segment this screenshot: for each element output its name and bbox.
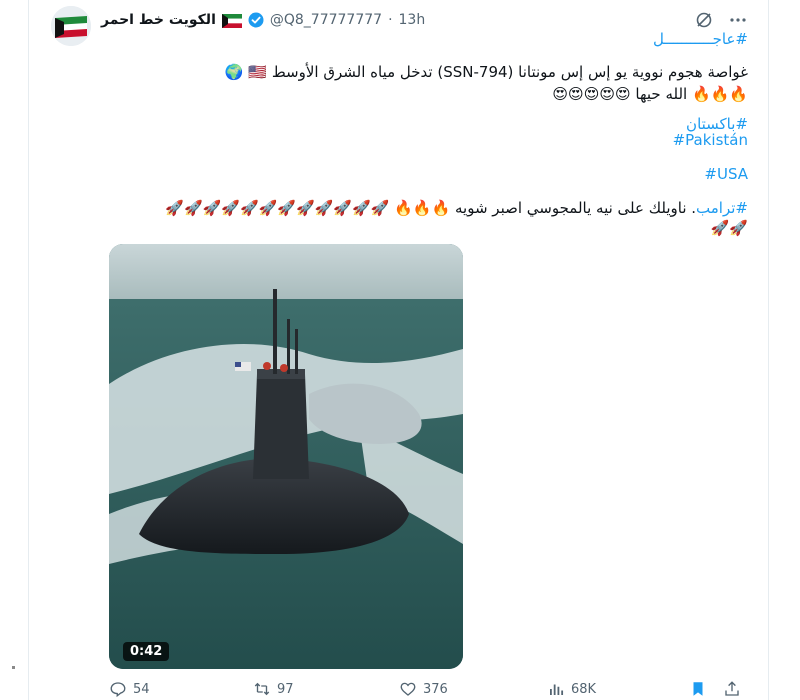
reply-button[interactable]: 54 — [109, 680, 150, 698]
retweet-count: 97 — [277, 681, 294, 697]
fire-emojis: 🔥🔥🔥 — [691, 85, 748, 103]
share-icon — [725, 681, 739, 696]
tweet-main-line: غواصة هجوم نووية يو إس إس مونتانا (SSN-7… — [225, 62, 748, 82]
submarine-video-thumbnail — [109, 244, 463, 669]
display-name[interactable]: الكويت خط احمر — [101, 12, 216, 28]
like-button[interactable]: 376 — [399, 680, 448, 698]
tweet-trump-line: #ترامب. ناويلك على نيه يالمجوسي اصبر شوي… — [165, 198, 748, 218]
views-icon — [550, 684, 564, 695]
share-button[interactable] — [723, 680, 741, 698]
tweet-praise-line: 🔥🔥🔥 الله حيها 😍😍😍😍😍 — [552, 84, 748, 104]
bookmark-button[interactable] — [689, 680, 707, 698]
tweet-trump-text: . ناويلك على نيه يالمجوسي اصبر شويه — [455, 199, 697, 217]
views-button[interactable]: 68K — [547, 680, 596, 698]
grok-icon[interactable] — [694, 10, 714, 30]
rocket-emojis: 🚀🚀🚀🚀🚀🚀🚀🚀🚀🚀🚀🚀 — [165, 199, 390, 217]
retweet-button[interactable]: 97 — [253, 680, 294, 698]
reply-count: 54 — [133, 681, 150, 697]
kuwait-flag-icon — [221, 13, 242, 28]
tweet-praise-text: الله حيها — [635, 85, 688, 103]
verified-badge-icon — [248, 12, 264, 28]
views-count: 68K — [571, 681, 597, 697]
reply-icon — [110, 682, 126, 698]
handle[interactable]: @Q8_77777777 — [270, 12, 382, 28]
heart-eyes-emojis: 😍😍😍😍😍 — [552, 85, 631, 103]
rocket-emojis-2: 🚀🚀 — [710, 219, 748, 237]
tweet-main-text: غواصة هجوم نووية يو إس إس مونتانا (SSN-7… — [271, 63, 748, 81]
avatar[interactable] — [51, 6, 91, 46]
fire-emojis-trump: 🔥🔥🔥 — [394, 199, 451, 217]
video-duration: 0:42 — [123, 642, 170, 661]
hashtag-usa[interactable]: #USA — [704, 165, 748, 183]
action-bar: 54 97 376 68K — [107, 680, 748, 700]
flag-and-globe-emojis: 🇺🇸 🌍 — [224, 63, 268, 81]
side-marker — [12, 666, 15, 669]
tweet-rockets-line: 🚀🚀 — [711, 218, 748, 238]
bookmark-icon — [693, 682, 703, 696]
retweet-icon — [254, 682, 270, 696]
tweet-card: الكويت خط احمر @Q8_77777777 · 13h #عاجــ… — [28, 0, 769, 700]
video-player[interactable]: 0:42 — [109, 244, 463, 669]
hashtag-trump[interactable]: #ترامب — [696, 199, 748, 217]
more-icon[interactable] — [728, 10, 748, 30]
like-count: 376 — [423, 681, 448, 697]
hashtag-urgent[interactable]: #عاجـــــــــــل — [653, 30, 748, 48]
timestamp[interactable]: 13h — [399, 12, 426, 28]
separator-dot: · — [388, 12, 393, 28]
like-icon — [400, 682, 416, 696]
hashtag-pakistan-en[interactable]: #Pakistán — [673, 131, 748, 149]
